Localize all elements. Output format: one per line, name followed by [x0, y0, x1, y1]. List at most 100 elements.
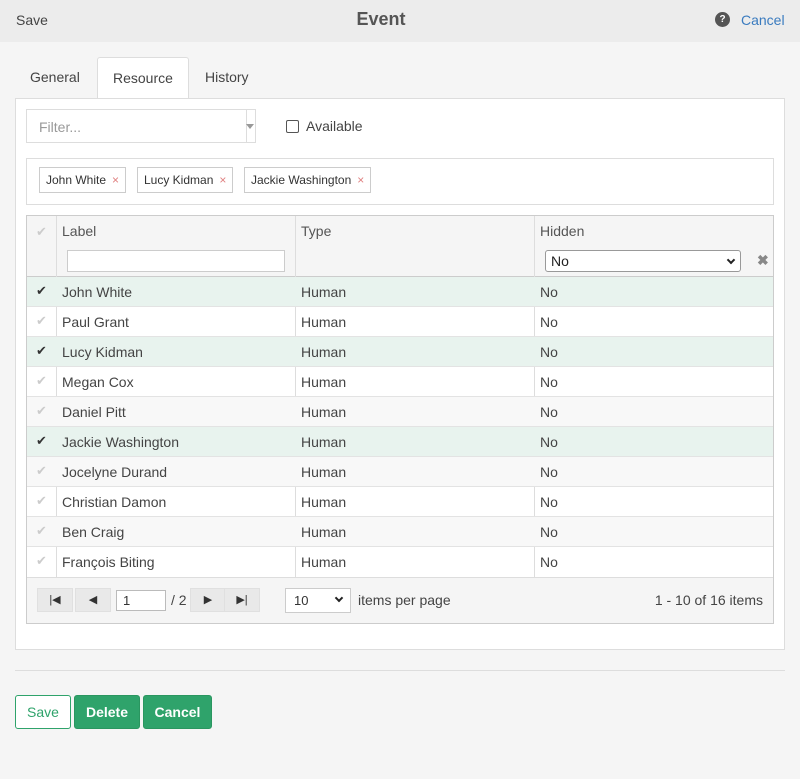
row-check-icon[interactable]: ✔: [36, 373, 47, 389]
row-type: Human: [301, 314, 347, 330]
grid-header: ✔ Label Type Hidden No ✖: [27, 216, 773, 277]
row-type: Human: [301, 404, 347, 420]
pager-info: 1 - 10 of 16 items: [654, 592, 763, 608]
row-label: Daniel Pitt: [62, 404, 126, 420]
row-type: Human: [301, 374, 347, 390]
remove-chip-icon[interactable]: ×: [112, 173, 119, 187]
top-bar: Save Event ? Cancel: [0, 0, 800, 42]
row-type: Human: [301, 554, 347, 570]
table-row[interactable]: ✔ Megan Cox Human No: [27, 367, 773, 397]
row-label: François Biting: [62, 554, 155, 570]
row-check-icon[interactable]: ✔: [36, 283, 47, 299]
page-title: Event: [356, 9, 406, 29]
table-row[interactable]: ✔ Christian Damon Human No: [27, 487, 773, 517]
first-page-icon[interactable]: |◀: [37, 588, 73, 612]
row-check-icon[interactable]: ✔: [36, 463, 47, 479]
column-hidden-header[interactable]: Hidden: [540, 223, 584, 239]
filter-combobox[interactable]: Filter...: [26, 109, 256, 143]
row-type: Human: [301, 524, 347, 540]
available-checkbox[interactable]: [286, 120, 299, 133]
row-hidden: No: [540, 554, 558, 570]
row-hidden: No: [540, 464, 558, 480]
chip-label: Jackie Washington: [251, 173, 352, 187]
remove-chip-icon[interactable]: ×: [219, 173, 226, 187]
row-type: Human: [301, 434, 347, 450]
prev-page-icon[interactable]: ◀: [75, 588, 111, 612]
selected-resources: John White × Lucy Kidman × Jackie Washingt…: [26, 158, 774, 205]
hidden-filter-select[interactable]: No: [545, 250, 741, 272]
resource-grid: ✔ Label Type Hidden No ✖ ✔ John White Hu…: [26, 215, 774, 624]
available-label: Available: [306, 118, 363, 134]
table-row[interactable]: ✔ Jocelyne Durand Human No: [27, 457, 773, 487]
row-hidden: No: [540, 374, 558, 390]
last-page-icon[interactable]: ▶|: [224, 588, 260, 612]
row-type: Human: [301, 494, 347, 510]
hidden-filter-value: No: [551, 253, 569, 269]
chevron-down-icon: [726, 255, 736, 265]
row-label: Paul Grant: [62, 314, 129, 330]
remove-chip-icon[interactable]: ×: [357, 173, 364, 187]
resource-panel: Filter... Available John White × Lucy Kid…: [15, 98, 785, 650]
filter-placeholder: Filter...: [39, 119, 82, 135]
next-page-icon[interactable]: ▶: [190, 588, 226, 612]
tab-resource[interactable]: Resource: [97, 57, 189, 100]
chip-john-white: John White ×: [39, 167, 127, 193]
row-hidden: No: [540, 314, 558, 330]
row-type: Human: [301, 344, 347, 360]
table-row[interactable]: ✔ François Biting Human No: [27, 547, 773, 577]
delete-button[interactable]: Delete: [74, 695, 140, 729]
table-row[interactable]: ✔ Jackie Washington Human No: [27, 427, 773, 457]
column-label-header[interactable]: Label: [62, 223, 96, 239]
per-page-label: items per page: [358, 592, 451, 608]
page-count: / 2: [171, 592, 187, 608]
dropdown-arrow-icon[interactable]: [246, 124, 254, 129]
table-row[interactable]: ✔ Paul Grant Human No: [27, 307, 773, 337]
row-label: Christian Damon: [62, 494, 167, 510]
label-filter-input[interactable]: [67, 250, 285, 272]
page-number-input[interactable]: 1: [116, 590, 166, 611]
select-all-check-icon[interactable]: ✔: [36, 224, 47, 240]
row-check-icon[interactable]: ✔: [36, 403, 47, 419]
row-check-icon[interactable]: ✔: [36, 313, 47, 329]
row-hidden: No: [540, 284, 558, 300]
chip-label: Lucy Kidman: [144, 173, 214, 187]
per-page-select[interactable]: 10: [285, 588, 351, 613]
table-row[interactable]: ✔ Lucy Kidman Human No: [27, 337, 773, 367]
save-button[interactable]: Save: [15, 695, 71, 729]
help-icon[interactable]: ?: [715, 12, 730, 27]
tab-general[interactable]: General: [15, 57, 95, 99]
row-hidden: No: [540, 344, 558, 360]
row-check-icon[interactable]: ✔: [36, 433, 47, 449]
column-type-header[interactable]: Type: [301, 223, 331, 239]
chevron-down-icon: [334, 593, 344, 603]
row-hidden: No: [540, 434, 558, 450]
tab-history[interactable]: History: [190, 57, 264, 99]
row-type: Human: [301, 464, 347, 480]
row-label: John White: [62, 284, 133, 300]
row-label: Jocelyne Durand: [62, 464, 168, 480]
table-row[interactable]: ✔ John White Human No: [27, 277, 773, 307]
chip-lucy-kidman: Lucy Kidman ×: [137, 167, 234, 193]
row-hidden: No: [540, 404, 558, 420]
footer-divider: [15, 670, 785, 671]
row-check-icon[interactable]: ✔: [36, 493, 47, 509]
row-type: Human: [301, 284, 347, 300]
clear-filter-icon[interactable]: ✖: [757, 252, 769, 269]
table-row[interactable]: ✔ Ben Craig Human No: [27, 517, 773, 547]
row-check-icon[interactable]: ✔: [36, 553, 47, 569]
row-label: Ben Craig: [62, 524, 125, 540]
row-hidden: No: [540, 494, 558, 510]
chip-jackie-washington: Jackie Washington ×: [244, 167, 372, 193]
row-label: Lucy Kidman: [62, 344, 143, 360]
row-hidden: No: [540, 524, 558, 540]
header-cancel-button[interactable]: Cancel: [741, 12, 785, 28]
row-label: Jackie Washington: [62, 434, 179, 450]
row-check-icon[interactable]: ✔: [36, 343, 47, 359]
per-page-value: 10: [294, 593, 309, 608]
row-label: Megan Cox: [62, 374, 134, 390]
table-row[interactable]: ✔ Daniel Pitt Human No: [27, 397, 773, 427]
cancel-button[interactable]: Cancel: [143, 695, 212, 729]
chip-label: John White: [46, 173, 107, 187]
pager: |◀ ◀ 1 / 2 ▶ ▶| 10 items per page 1 - 10…: [27, 577, 773, 623]
row-check-icon[interactable]: ✔: [36, 523, 47, 539]
